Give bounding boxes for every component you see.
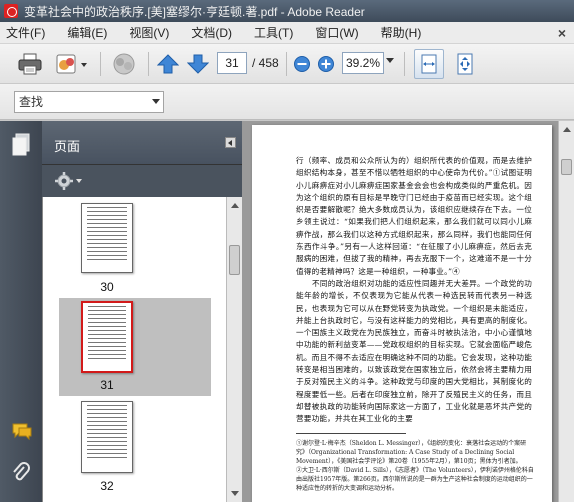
paragraph: 不同的政治组织对功能的适应性同趣并无大差异。一个政党的功能年龄的增长，不仅表现为…: [296, 278, 532, 424]
print-button[interactable]: [14, 50, 46, 78]
pages-icon: [12, 133, 30, 156]
page-thumbnail[interactable]: [81, 203, 133, 273]
paperclip-icon: [13, 462, 30, 481]
toolbar-separator: [148, 52, 149, 76]
navigation-pane-strip: [0, 121, 42, 502]
page-total: / 458: [252, 56, 279, 70]
comments-icon: [12, 423, 32, 441]
zoom-in-button[interactable]: [316, 50, 336, 78]
collapse-panel-icon[interactable]: [225, 137, 236, 148]
scroll-down-icon[interactable]: [231, 491, 239, 496]
find-input[interactable]: 查找: [14, 91, 164, 113]
toolbar-separator: [100, 52, 101, 76]
comments-panel-button[interactable]: [11, 421, 33, 444]
main-toolbar: 31 / 458 39.2%: [0, 44, 574, 84]
pages-panel-options: [42, 165, 242, 197]
footnote: ①谢尔登·L·梅辛杰（Sheldon L. Messinger），《组织的变化：…: [296, 440, 527, 465]
menu-bar: 文件(F) 编辑(E) 视图(V) 文档(D) 工具(T) 窗口(W) 帮助(H…: [0, 22, 574, 44]
toolbar-separator: [286, 52, 287, 76]
pages-panel-title: 页面: [54, 139, 81, 154]
adobe-reader-icon: [4, 4, 18, 18]
thumbnails-scrollbar[interactable]: [226, 197, 242, 502]
page-body-text: 行（频率、成员和公众所认为的）组织所代表的价值观，而是去维护组织结构本身，甚至不…: [296, 155, 532, 426]
fit-width-icon: [421, 54, 437, 74]
page-thumbnail-label: 30: [100, 280, 114, 294]
page-thumbnail-label: 32: [100, 479, 114, 493]
share-icon: [113, 53, 135, 75]
menu-window[interactable]: 窗口(W): [315, 24, 358, 41]
find-dropdown-icon[interactable]: [152, 99, 160, 104]
collaborate-icon: [56, 54, 87, 74]
collaborate-button[interactable]: [52, 50, 92, 78]
share-button[interactable]: [106, 50, 142, 78]
page-thumbnail-selected[interactable]: [81, 301, 133, 373]
menu-view[interactable]: 视图(V): [129, 24, 169, 41]
pages-panel-button[interactable]: [11, 133, 31, 160]
zoom-level-input[interactable]: 39.2%: [342, 52, 384, 74]
footnote: ②大卫·L·西尔斯（David L. Sills），《志愿者》（The Volu…: [296, 467, 534, 492]
paragraph: 行（频率、成员和公众所认为的）组织所代表的价值观，而是去维护组织结构本身，甚至不…: [296, 156, 532, 276]
zoom-dropdown-icon[interactable]: [386, 58, 394, 63]
footnote-rule: [296, 433, 406, 434]
arrow-up-icon: [157, 54, 179, 74]
zoom-out-icon: [294, 56, 310, 72]
options-button[interactable]: [54, 171, 84, 194]
document-page: 行（频率、成员和公众所认为的）组织所代表的价值观，而是去维护组织结构本身，甚至不…: [252, 125, 552, 502]
fit-page-button[interactable]: [450, 50, 480, 78]
fit-width-button[interactable]: [414, 49, 444, 79]
menu-tools[interactable]: 工具(T): [254, 24, 293, 41]
previous-page-button[interactable]: [154, 50, 182, 78]
gear-icon: [55, 172, 82, 190]
zoom-in-icon: [318, 56, 334, 72]
find-toolbar: 查找: [0, 84, 574, 120]
page-thumbnails: 30 31 32: [42, 197, 226, 502]
document-view[interactable]: 行（频率、成员和公众所认为的）组织所代表的价值观，而是去维护组织结构本身，甚至不…: [242, 121, 574, 502]
menu-file[interactable]: 文件(F): [6, 24, 45, 41]
menu-help[interactable]: 帮助(H): [381, 24, 422, 41]
scroll-up-icon[interactable]: [563, 127, 571, 132]
page-number-input[interactable]: 31: [217, 52, 247, 74]
title-bar: 变革社会中的政治秩序.[美]塞缪尔·亨廷顿.著.pdf - Adobe Read…: [0, 0, 574, 22]
printer-icon: [18, 53, 42, 75]
menu-document[interactable]: 文档(D): [191, 24, 232, 41]
page-thumbnail-label: 31: [100, 378, 114, 392]
pages-panel: 页面 30 31 32: [42, 121, 242, 502]
arrow-down-icon: [187, 54, 209, 74]
document-scrollbar[interactable]: [558, 121, 574, 502]
window-title: 变革社会中的政治秩序.[美]塞缪尔·亨廷顿.著.pdf - Adobe Read…: [24, 4, 365, 19]
attachments-panel-button[interactable]: [11, 461, 31, 488]
close-document-icon[interactable]: ×: [558, 25, 566, 41]
scrollbar-thumb[interactable]: [229, 245, 240, 275]
toolbar-separator: [404, 52, 405, 76]
fit-page-icon: [457, 53, 473, 75]
zoom-out-button[interactable]: [292, 50, 312, 78]
footnotes: ①谢尔登·L·梅辛杰（Sheldon L. Messinger），《组织的变化：…: [296, 439, 534, 493]
page-thumbnail[interactable]: [81, 401, 133, 473]
scrollbar-thumb[interactable]: [561, 159, 572, 175]
pages-panel-header: 页面: [42, 121, 242, 165]
scroll-up-icon[interactable]: [231, 203, 239, 208]
menu-edit[interactable]: 编辑(E): [67, 24, 107, 41]
next-page-button[interactable]: [184, 50, 212, 78]
